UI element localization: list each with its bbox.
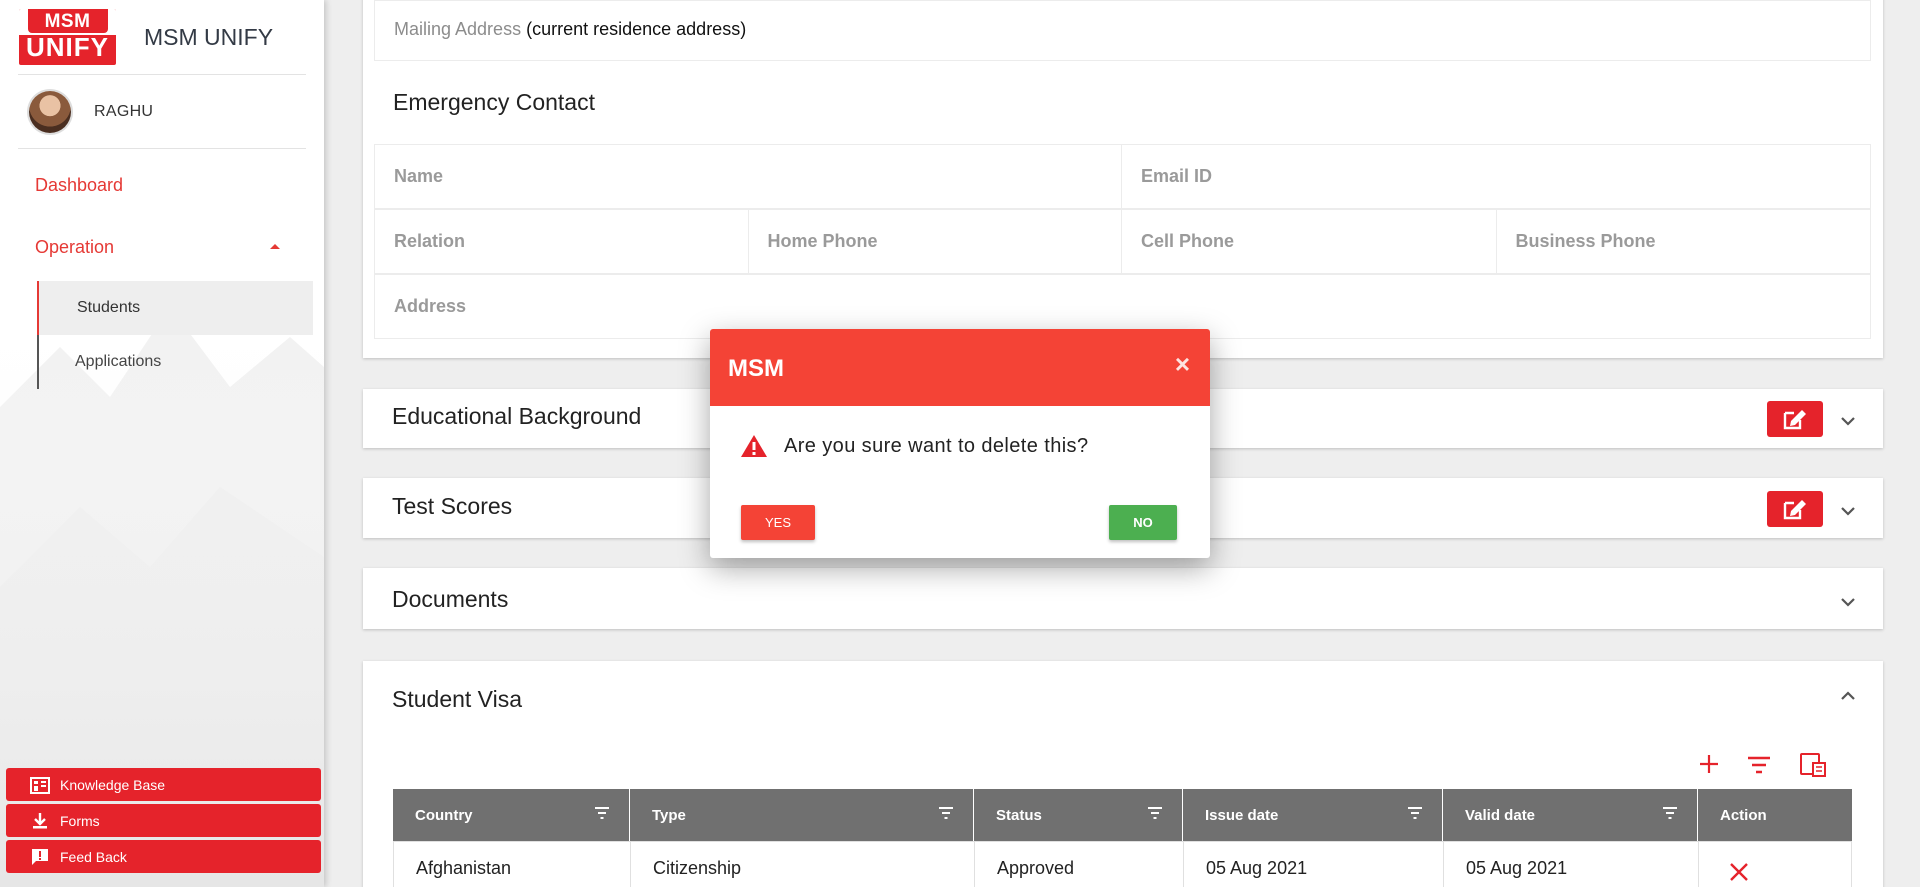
edit-education-button[interactable] (1767, 401, 1823, 437)
filter-icon[interactable] (1747, 755, 1771, 775)
emergency-row-2: Relation Home Phone Cell Phone Business … (374, 209, 1871, 274)
column-header-type[interactable]: Type (630, 789, 974, 841)
name-field[interactable]: Name (375, 145, 1122, 208)
divider (18, 148, 306, 149)
feedback-button[interactable]: Feed Back (6, 840, 321, 873)
filter-icon[interactable] (1408, 807, 1422, 819)
filter-icon[interactable] (595, 807, 609, 819)
relation-field[interactable]: Relation (375, 210, 749, 273)
sidebar-item-label: Operation (35, 236, 115, 257)
knowledge-base-label: Knowledge Base (60, 776, 166, 793)
edit-icon (1783, 410, 1806, 430)
sidebar-item-dashboard[interactable]: Dashboard (0, 161, 324, 209)
mailing-address-row: Mailing Address (current residence addre… (374, 0, 1871, 61)
mailing-address-note: (current residence address) (526, 19, 747, 39)
yes-button[interactable]: YES (741, 505, 815, 540)
chevron-down-icon[interactable] (1838, 501, 1858, 521)
documents-title: Documents (392, 586, 509, 612)
user-name: RAGHU (94, 102, 154, 120)
documents-panel[interactable] (363, 568, 1883, 629)
caret-up-icon (270, 244, 280, 249)
visa-table-header: Country Type Status Issue date Valid dat… (393, 789, 1852, 841)
knowledge-base-button[interactable]: Knowledge Base (6, 768, 321, 801)
no-button[interactable]: NO (1109, 505, 1177, 540)
column-header-status[interactable]: Status (974, 789, 1183, 841)
student-visa-title: Student Visa (392, 686, 523, 712)
sidebar-item-label: Students (77, 299, 141, 316)
cell-issue-date: 05 Aug 2021 (1184, 842, 1444, 887)
chevron-down-icon[interactable] (1838, 592, 1858, 612)
sidebar-item-applications[interactable]: Applications (39, 335, 324, 389)
sidebar-item-label: Applications (75, 353, 162, 370)
column-header-action: Action (1720, 806, 1767, 824)
sidebar-item-operation[interactable]: Operation (0, 223, 324, 271)
sidebar: MSM UNIFY MSM UNIFY RAGHU Dashboard Oper… (0, 0, 324, 887)
sidebar-item-label: Dashboard (35, 174, 124, 195)
warning-icon (741, 435, 767, 457)
column-header-country[interactable]: Country (393, 789, 630, 841)
emergency-row-1: Name Email ID (374, 144, 1871, 209)
email-field[interactable]: Email ID (1122, 145, 1870, 208)
filter-icon[interactable] (1663, 807, 1677, 819)
avatar[interactable] (29, 90, 71, 133)
building-icon (30, 776, 50, 794)
forms-button[interactable]: Forms (6, 804, 321, 837)
cell-type: Citizenship (631, 842, 975, 887)
download-icon (33, 812, 47, 828)
feedback-icon (32, 848, 48, 865)
chevron-down-icon[interactable] (1838, 411, 1858, 431)
sidebar-item-students[interactable]: Students (37, 281, 313, 335)
forms-label: Forms (60, 812, 100, 829)
cell-valid-date: 05 Aug 2021 (1444, 842, 1699, 887)
cell-country: Afghanistan (394, 842, 631, 887)
msm-unify-logo[interactable]: MSM UNIFY (19, 9, 116, 65)
column-header-valid-date[interactable]: Valid date (1443, 789, 1698, 841)
emergency-contact-title: Emergency Contact (393, 89, 595, 115)
cell-status: Approved (975, 842, 1184, 887)
filter-icon[interactable] (939, 807, 953, 819)
column-chooser-icon[interactable] (1799, 752, 1827, 778)
user-profile[interactable]: RAGHU (0, 75, 324, 148)
test-scores-title: Test Scores (392, 493, 513, 519)
cell-phone-field[interactable]: Cell Phone (1122, 210, 1497, 273)
business-phone-field[interactable]: Business Phone (1497, 210, 1871, 273)
column-header-issue-date[interactable]: Issue date (1183, 789, 1443, 841)
edit-icon (1783, 500, 1806, 520)
chevron-up-icon[interactable] (1838, 686, 1858, 706)
table-row[interactable]: Afghanistan Citizenship Approved 05 Aug … (393, 841, 1852, 887)
dialog-header: MSM × (710, 329, 1210, 406)
educational-background-title: Educational Background (392, 403, 642, 429)
dialog-body: Are you sure want to delete this? YES NO (710, 406, 1210, 558)
logo-row: MSM UNIFY MSM UNIFY (0, 0, 324, 74)
delete-confirm-dialog: MSM × Are you sure want to delete this? … (710, 329, 1210, 558)
home-phone-field[interactable]: Home Phone (749, 210, 1122, 273)
dialog-title: MSM (728, 355, 784, 382)
edit-test-scores-button[interactable] (1767, 491, 1823, 527)
cell-action (1699, 842, 1851, 887)
mailing-address-label: Mailing Address (394, 19, 522, 39)
app-title: MSM UNIFY (144, 23, 274, 50)
filter-icon[interactable] (1148, 807, 1162, 819)
feedback-label: Feed Back (60, 848, 127, 865)
delete-icon[interactable] (1729, 862, 1749, 882)
add-icon[interactable] (1698, 753, 1720, 775)
dialog-message: Are you sure want to delete this? (784, 435, 1089, 457)
operation-submenu: Students Applications (37, 281, 324, 389)
close-icon[interactable]: × (1175, 351, 1190, 377)
sidebar-nav: Dashboard Operation Students Application… (0, 161, 324, 389)
